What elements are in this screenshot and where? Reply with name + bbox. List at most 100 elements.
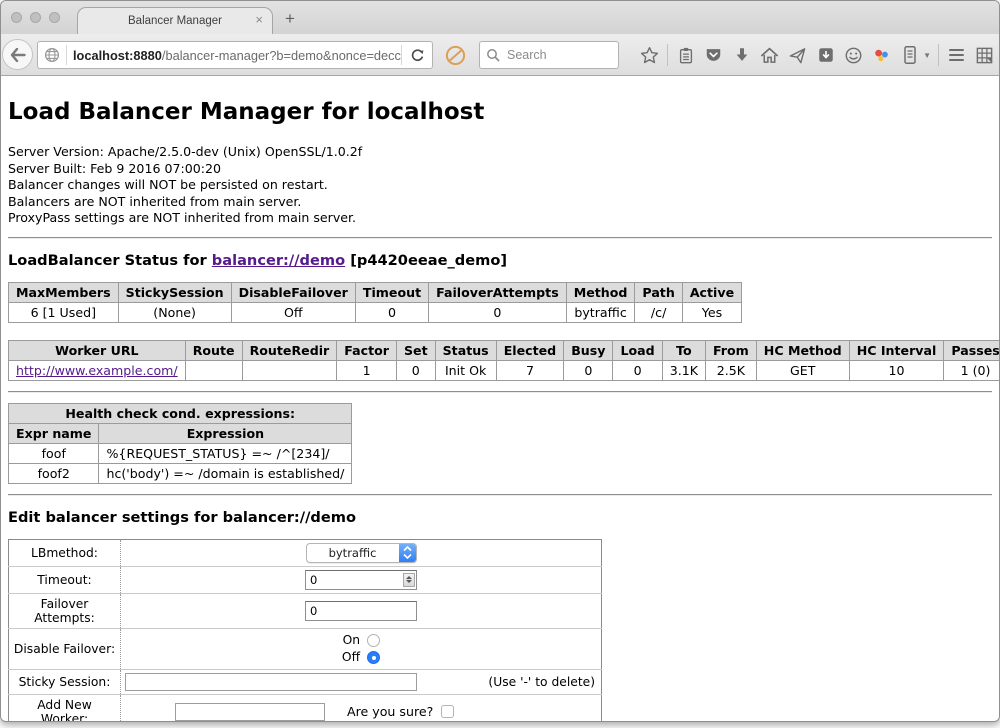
downloads-button[interactable] bbox=[731, 43, 752, 67]
radio-off[interactable] bbox=[367, 651, 380, 664]
expr-name-cell: foof bbox=[9, 443, 99, 463]
worker-url-link[interactable]: http://www.example.com/ bbox=[16, 363, 178, 378]
are-you-sure-checkbox[interactable] bbox=[441, 705, 454, 718]
health-header-row: Expr nameExpression bbox=[9, 423, 352, 443]
timeout-input[interactable] bbox=[305, 570, 417, 590]
tab-title: Balancer Manager bbox=[128, 15, 222, 27]
worker-header-row: Worker URLRouteRouteRedirFactorSetStatus… bbox=[9, 340, 1000, 360]
send-tab-button[interactable] bbox=[787, 43, 808, 67]
hc-method-cell: GET bbox=[756, 360, 849, 380]
table-header-cell: From bbox=[705, 340, 756, 360]
grid-tiles-icon bbox=[975, 46, 994, 65]
home-button[interactable] bbox=[759, 43, 780, 67]
notes-panel-button[interactable] bbox=[899, 43, 920, 67]
lbmethod-selected-value: bytraffic bbox=[307, 546, 399, 560]
paper-plane-icon bbox=[788, 46, 807, 65]
passes-cell: 1 (0) bbox=[944, 360, 1000, 380]
timeout-label: Timeout: bbox=[9, 566, 121, 593]
toolbar-divider bbox=[938, 44, 939, 66]
address-text[interactable]: localhost:8880/balancer-manager?b=demo&n… bbox=[67, 48, 401, 63]
balancer-settings-form: LBmethod: bytraffic Timeout: bbox=[8, 539, 602, 722]
table-header-cell: Route bbox=[185, 340, 242, 360]
close-window-button[interactable] bbox=[11, 12, 22, 23]
table-header-cell: Set bbox=[396, 340, 435, 360]
zoom-window-button[interactable] bbox=[49, 12, 60, 23]
table-header-cell: Timeout bbox=[355, 282, 428, 302]
forum-button[interactable] bbox=[843, 43, 864, 67]
search-input[interactable] bbox=[505, 47, 612, 63]
search-bar[interactable] bbox=[479, 41, 619, 69]
expression-cell: %{REQUEST_STATUS} =~ /^[234]/ bbox=[99, 443, 352, 463]
status-cell: Init Ok bbox=[435, 360, 496, 380]
number-spinner-icon[interactable] bbox=[403, 573, 415, 587]
chevron-down-icon[interactable]: ▼ bbox=[923, 51, 931, 60]
table-header-cell: Worker URL bbox=[9, 340, 186, 360]
add-worker-input[interactable] bbox=[175, 703, 325, 721]
failover-attempts-input[interactable] bbox=[305, 601, 417, 621]
content-blocker-button[interactable] bbox=[444, 44, 466, 66]
proxypass-notice-line: ProxyPass settings are NOT inherited fro… bbox=[8, 210, 992, 227]
table-header-cell: Method bbox=[566, 282, 635, 302]
radio-on[interactable] bbox=[367, 634, 380, 647]
failover-attempts-row: Failover Attempts: bbox=[9, 593, 602, 628]
persist-notice-line: Balancer changes will NOT be persisted o… bbox=[8, 177, 992, 194]
close-tab-icon[interactable]: × bbox=[255, 12, 263, 28]
navigation-toolbar: localhost:8880/balancer-manager?b=demo&n… bbox=[1, 34, 999, 76]
url-bar[interactable]: localhost:8880/balancer-manager?b=demo&n… bbox=[37, 41, 433, 69]
lbmethod-label: LBmethod: bbox=[9, 539, 121, 566]
set-cell: 0 bbox=[396, 360, 435, 380]
load-cell: 0 bbox=[613, 360, 662, 380]
bookmarks-menu-button[interactable] bbox=[675, 43, 696, 67]
lbmethod-row: LBmethod: bytraffic bbox=[9, 539, 602, 566]
tiles-button[interactable] bbox=[974, 43, 995, 67]
balancer-status-table: MaxMembersStickySessionDisableFailoverTi… bbox=[8, 282, 742, 323]
divider bbox=[8, 391, 992, 393]
status-heading-suffix: [p4420eeae_demo] bbox=[345, 252, 507, 269]
table-header-cell: StickySession bbox=[118, 282, 231, 302]
toolbar-icons: ▼ bbox=[639, 41, 995, 69]
are-you-sure-label: Are you sure? bbox=[347, 704, 433, 719]
colorful-extension-button[interactable] bbox=[871, 43, 892, 67]
reload-button[interactable] bbox=[402, 48, 432, 63]
table-cell: bytraffic bbox=[566, 302, 635, 322]
table-header-cell: Factor bbox=[337, 340, 397, 360]
table-cell: 0 bbox=[355, 302, 428, 322]
table-header-cell: Expr name bbox=[9, 423, 99, 443]
server-info: Server Version: Apache/2.5.0-dev (Unix) … bbox=[8, 144, 992, 227]
lbmethod-select[interactable]: bytraffic bbox=[306, 543, 417, 563]
add-worker-row: Add New Worker: Are you sure? bbox=[9, 694, 602, 722]
table-header-cell: Active bbox=[682, 282, 741, 302]
balancer-demo-link[interactable]: balancer://demo bbox=[212, 252, 345, 269]
search-icon bbox=[486, 48, 500, 62]
tab-bar: Balancer Manager × + bbox=[1, 1, 999, 34]
balancer-header-row: MaxMembersStickySessionDisableFailoverTi… bbox=[9, 282, 742, 302]
bookmark-star-button[interactable] bbox=[639, 43, 660, 67]
save-to-device-button[interactable] bbox=[815, 43, 836, 67]
timeout-row: Timeout: bbox=[9, 566, 602, 593]
table-header-cell: Load bbox=[613, 340, 662, 360]
table-cell: 0 bbox=[429, 302, 567, 322]
table-header-cell: Expression bbox=[99, 423, 352, 443]
sticky-session-input[interactable] bbox=[125, 673, 417, 691]
menu-button[interactable] bbox=[946, 43, 967, 67]
server-version-line: Server Version: Apache/2.5.0-dev (Unix) … bbox=[8, 144, 992, 161]
table-header-cell: Path bbox=[635, 282, 682, 302]
new-tab-button[interactable]: + bbox=[285, 8, 295, 30]
pocket-button[interactable] bbox=[703, 43, 724, 67]
blocked-circle-icon bbox=[445, 45, 466, 66]
page-title: Load Balancer Manager for localhost bbox=[8, 99, 992, 125]
minimize-window-button[interactable] bbox=[30, 12, 41, 23]
health-check-table: Health check cond. expressions: Expr nam… bbox=[8, 403, 352, 484]
table-header-cell: DisableFailover bbox=[231, 282, 355, 302]
failover-attempts-label: Failover Attempts: bbox=[9, 593, 121, 628]
select-stepper-icon bbox=[399, 543, 416, 563]
tab-balancer-manager[interactable]: Balancer Manager × bbox=[77, 7, 273, 34]
table-cell: Off bbox=[231, 302, 355, 322]
table-cell: (None) bbox=[118, 302, 231, 322]
site-identity-button[interactable] bbox=[38, 47, 66, 63]
back-button[interactable] bbox=[2, 39, 33, 70]
globe-icon bbox=[44, 47, 60, 63]
routeredir-cell bbox=[242, 360, 337, 380]
factor-cell: 1 bbox=[337, 360, 397, 380]
table-header-cell: MaxMembers bbox=[9, 282, 119, 302]
